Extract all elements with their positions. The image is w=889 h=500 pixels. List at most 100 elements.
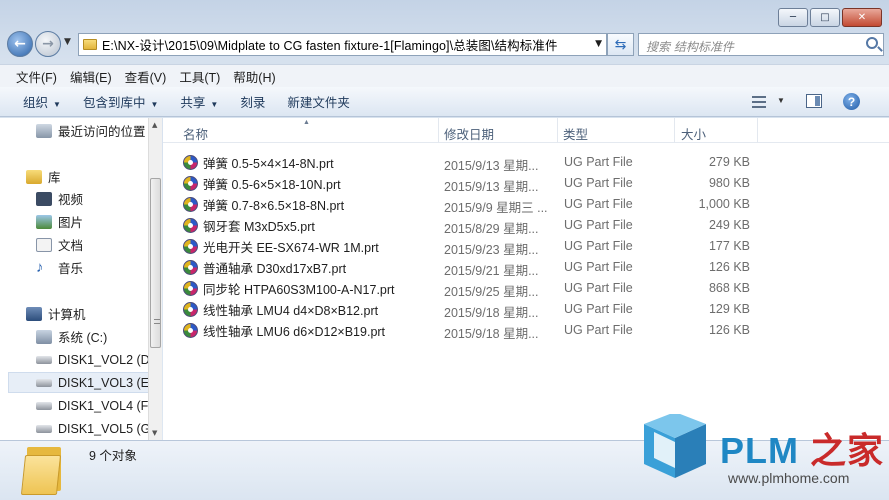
share-button[interactable]: 共享 ▼ bbox=[180, 92, 218, 111]
drive-icon bbox=[36, 424, 52, 433]
navigation-bar: ← → ▼ E:\NX-设计\2015\09\Midplate to CG fa… bbox=[7, 31, 884, 59]
table-row[interactable]: 弹簧 0.7-8×6.5×18-8N.prt 2015/9/9 星期三 ... UG… bbox=[183, 194, 753, 215]
minimize-button[interactable]: ─ bbox=[778, 8, 808, 27]
library-icon bbox=[26, 169, 42, 184]
column-divider[interactable] bbox=[757, 118, 758, 143]
file-name: 同步轮 HTPA60S3M100-A-N17.prt bbox=[203, 283, 395, 297]
address-path[interactable]: E:\NX-设计\2015\09\Midplate to CG fasten f… bbox=[102, 35, 558, 54]
file-size: 1,000 KB bbox=[698, 197, 750, 211]
drive-icon bbox=[36, 401, 52, 410]
column-header: ▲ 名称 修改日期 类型 大小 bbox=[163, 118, 889, 143]
table-row[interactable]: 光电开关 EE-SX674-WR 1M.prt 2015/9/23 星期... UG… bbox=[183, 236, 753, 257]
sidebar-item-label: DISK1_VOL2 (D bbox=[58, 352, 148, 367]
search-input[interactable]: 搜索 结构标准件 bbox=[638, 33, 884, 56]
sidebar-item-library[interactable]: 库 bbox=[26, 166, 61, 187]
help-icon[interactable]: ? bbox=[843, 93, 860, 110]
sidebar-item-pictures[interactable]: 图片 bbox=[36, 211, 83, 232]
sidebar-item-computer[interactable]: 计算机 bbox=[26, 303, 86, 324]
menu-bar: 文件(F) 编辑(E) 查看(V) 工具(T) 帮助(H) bbox=[0, 64, 889, 87]
back-button[interactable]: ← bbox=[7, 31, 33, 57]
address-bar[interactable]: E:\NX-设计\2015\09\Midplate to CG fasten f… bbox=[78, 33, 607, 56]
sidebar-item-drive-f[interactable]: DISK1_VOL4 (F: bbox=[36, 395, 148, 416]
recent-pages-dropdown[interactable]: ▼ bbox=[64, 37, 76, 51]
file-name-cell: 线性轴承 LMU6 d6×D12×B19.prt bbox=[183, 321, 385, 340]
file-type: UG Part File bbox=[564, 218, 633, 232]
burn-button[interactable]: 刻录 bbox=[240, 92, 265, 111]
file-name-cell: 同步轮 HTPA60S3M100-A-N17.prt bbox=[183, 279, 395, 298]
file-type: UG Part File bbox=[564, 197, 633, 211]
file-date: 2015/9/13 星期... bbox=[444, 159, 539, 173]
file-date: 2015/9/18 星期... bbox=[444, 306, 539, 320]
file-date: 2015/9/21 星期... bbox=[444, 264, 539, 278]
scrollbar-thumb[interactable] bbox=[150, 178, 161, 348]
file-type: UG Part File bbox=[564, 260, 633, 274]
details-pane: 9 个对象 bbox=[0, 440, 889, 500]
sidebar-item-label: DISK1_VOL4 (F: bbox=[58, 398, 148, 413]
sidebar-item-music[interactable]: ♪ 音乐 bbox=[36, 257, 83, 278]
menu-tools[interactable]: 工具(T) bbox=[179, 67, 220, 86]
column-divider[interactable] bbox=[674, 118, 675, 143]
navigation-pane-scrollbar[interactable]: ▲ ▼ bbox=[148, 118, 162, 440]
organize-button[interactable]: 组织 ▼ bbox=[23, 92, 61, 111]
sidebar-item-videos[interactable]: 视频 bbox=[36, 188, 83, 209]
search-icon[interactable] bbox=[866, 37, 878, 49]
new-folder-button[interactable]: 新建文件夹 bbox=[287, 92, 350, 111]
file-name-cell: 钢牙套 M3xD5x5.prt bbox=[183, 216, 315, 235]
table-row[interactable]: 普通轴承 D30xd17xB7.prt 2015/9/21 星期... UG Par… bbox=[183, 257, 753, 278]
sidebar-item-recent[interactable]: 最近访问的位置 bbox=[36, 120, 146, 141]
forward-button[interactable]: → bbox=[35, 31, 61, 57]
file-type: UG Part File bbox=[564, 281, 633, 295]
sidebar-item-drive-g[interactable]: DISK1_VOL5 (G bbox=[36, 418, 148, 439]
file-type: UG Part File bbox=[564, 155, 633, 169]
sidebar-item-label: 音乐 bbox=[58, 262, 84, 276]
view-options-icon[interactable] bbox=[752, 96, 766, 108]
include-in-library-button[interactable]: 包含到库中 ▼ bbox=[83, 92, 158, 111]
ug-part-file-icon bbox=[183, 323, 198, 338]
scroll-down-icon[interactable]: ▼ bbox=[152, 429, 157, 437]
close-button[interactable]: ✕ bbox=[842, 8, 882, 27]
computer-icon bbox=[26, 306, 42, 321]
address-dropdown[interactable]: ▼ bbox=[595, 39, 602, 49]
sidebar-item-label: 最近访问的位置 bbox=[58, 125, 146, 139]
table-row[interactable]: 线性轴承 LMU6 d6×D12×B19.prt 2015/9/18 星期... U… bbox=[183, 320, 753, 341]
column-name[interactable]: 名称 bbox=[183, 124, 208, 143]
preview-pane-icon[interactable] bbox=[806, 94, 822, 108]
table-row[interactable]: 线性轴承 LMU4 d4×D8×B12.prt 2015/9/18 星期... UG… bbox=[183, 299, 753, 320]
column-date[interactable]: 修改日期 bbox=[444, 124, 494, 143]
table-row[interactable]: 同步轮 HTPA60S3M100-A-N17.prt 2015/9/25 星期..… bbox=[183, 278, 753, 299]
burn-label: 刻录 bbox=[240, 96, 266, 110]
sidebar-item-drive-d[interactable]: DISK1_VOL2 (D bbox=[36, 349, 148, 370]
refresh-button[interactable]: ⇆ bbox=[607, 33, 634, 56]
file-size: 126 KB bbox=[708, 260, 750, 274]
table-row[interactable]: 弹簧 0.5-5×4×14-8N.prt 2015/9/13 星期... UG Pa… bbox=[183, 152, 753, 173]
file-size: 177 KB bbox=[708, 239, 750, 253]
system-drive-icon bbox=[36, 329, 52, 344]
menu-file[interactable]: 文件(F) bbox=[16, 67, 57, 86]
menu-edit[interactable]: 编辑(E) bbox=[70, 67, 112, 86]
file-name: 线性轴承 LMU6 d6×D12×B19.prt bbox=[203, 325, 386, 339]
file-size: 129 KB bbox=[708, 302, 750, 316]
column-size[interactable]: 大小 bbox=[681, 124, 706, 143]
navigation-pane: 最近访问的位置 库 视频 图片 文档 ♪ 音乐 计算机 系统 (C:) DISK1… bbox=[0, 118, 148, 440]
column-divider[interactable] bbox=[438, 118, 439, 143]
ug-part-file-icon bbox=[183, 155, 198, 170]
refresh-icon: ⇆ bbox=[614, 36, 627, 53]
sidebar-item-drive-c[interactable]: 系统 (C:) bbox=[36, 326, 107, 347]
view-options-dropdown[interactable]: ▼ bbox=[777, 96, 785, 105]
table-row[interactable]: 弹簧 0.5-6×5×18-10N.prt 2015/9/13 星期... UG P… bbox=[183, 173, 753, 194]
sidebar-item-drive-e[interactable]: DISK1_VOL3 (E: bbox=[8, 372, 148, 393]
item-count: 9 个对象 bbox=[89, 449, 137, 463]
sidebar-item-label: 系统 (C:) bbox=[58, 331, 108, 345]
column-type[interactable]: 类型 bbox=[563, 124, 588, 143]
column-divider[interactable] bbox=[557, 118, 558, 143]
table-row[interactable]: 钢牙套 M3xD5x5.prt 2015/8/29 星期... UG Part Fi… bbox=[183, 215, 753, 236]
sidebar-item-documents[interactable]: 文档 bbox=[36, 234, 83, 255]
sidebar-item-label: 库 bbox=[48, 171, 61, 185]
menu-view[interactable]: 查看(V) bbox=[125, 67, 167, 86]
command-bar: 组织 ▼ 包含到库中 ▼ 共享 ▼ 刻录 新建文件夹 ▼ ? bbox=[0, 87, 889, 117]
include-in-library-label: 包含到库中 bbox=[82, 96, 146, 110]
menu-help[interactable]: 帮助(H) bbox=[233, 67, 275, 86]
scroll-up-icon[interactable]: ▲ bbox=[152, 121, 157, 129]
maximize-button[interactable]: □ bbox=[810, 8, 840, 27]
file-name: 光电开关 EE-SX674-WR 1M.prt bbox=[203, 241, 379, 255]
